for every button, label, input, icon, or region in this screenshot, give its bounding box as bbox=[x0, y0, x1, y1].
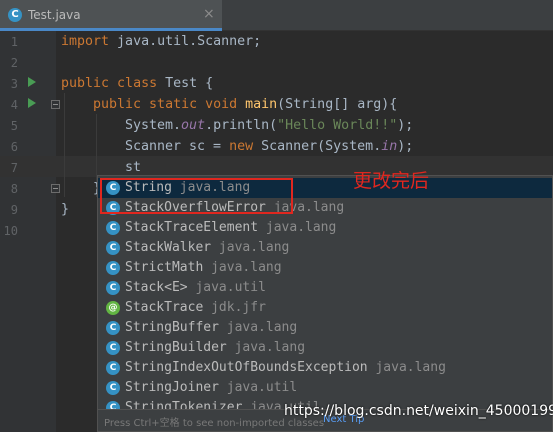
annotation-icon: @ bbox=[106, 301, 120, 315]
fold-icon[interactable] bbox=[51, 184, 60, 193]
code-line-4: public static void main(String[] arg){ bbox=[93, 97, 398, 112]
code-line-5: System.out.println("Hello World!!"); bbox=[125, 118, 414, 133]
code-line-6: Scanner sc = new Scanner(System.in); bbox=[125, 139, 414, 154]
indent-guide bbox=[64, 93, 65, 197]
completion-item[interactable]: C StringBuilder java.lang bbox=[98, 338, 552, 358]
code-line-1: import java.util.Scanner; bbox=[61, 34, 262, 49]
line-number: 7 bbox=[10, 161, 18, 175]
completion-item[interactable]: C StrictMath java.lang bbox=[98, 258, 552, 278]
class-icon: C bbox=[106, 321, 120, 335]
line-number: 10 bbox=[3, 224, 18, 238]
class-icon: C bbox=[106, 341, 120, 355]
highlight-box bbox=[100, 178, 293, 214]
class-icon: C bbox=[106, 281, 120, 295]
editor-tab-bar: C Test.java × bbox=[0, 0, 553, 31]
line-number: 8 bbox=[10, 182, 18, 196]
fold-icon[interactable] bbox=[51, 100, 60, 109]
line-number: 5 bbox=[10, 119, 18, 133]
java-class-icon: C bbox=[8, 8, 22, 22]
completion-item[interactable]: C StringJoiner java.util bbox=[98, 378, 552, 398]
completion-item[interactable]: C StringIndexOutOfBoundsException java.l… bbox=[98, 358, 552, 378]
close-icon[interactable]: × bbox=[203, 6, 215, 22]
tab-label: Test.java bbox=[28, 8, 81, 22]
class-icon: C bbox=[106, 241, 120, 255]
class-icon: C bbox=[106, 381, 120, 395]
completion-item[interactable]: @ StackTrace jdk.jfr bbox=[98, 298, 552, 318]
code-line-7: st bbox=[125, 160, 142, 175]
line-number: 4 bbox=[10, 98, 18, 112]
completion-item[interactable]: C StringBuffer java.lang bbox=[98, 318, 552, 338]
annotation-text: 更改完后 bbox=[353, 170, 430, 192]
line-number: 2 bbox=[10, 56, 18, 70]
completion-item[interactable]: C StackWalker java.lang bbox=[98, 238, 552, 258]
line-number: 6 bbox=[10, 140, 18, 154]
tab-test-java[interactable]: C Test.java × bbox=[0, 0, 222, 31]
line-number: 1 bbox=[10, 35, 18, 49]
run-main-icon[interactable] bbox=[28, 98, 36, 108]
watermark: https://blog.csdn.net/weixin_45000199 bbox=[284, 403, 553, 419]
completion-item[interactable]: C Stack<E> java.util bbox=[98, 278, 552, 298]
line-number: 9 bbox=[10, 203, 18, 217]
class-icon: C bbox=[106, 221, 120, 235]
completion-item[interactable]: C StackTraceElement java.lang bbox=[98, 218, 552, 238]
class-icon: C bbox=[106, 361, 120, 375]
current-line-highlight bbox=[0, 156, 553, 177]
class-icon: C bbox=[106, 261, 120, 275]
line-number: 3 bbox=[10, 77, 18, 91]
code-line-9: } bbox=[61, 202, 70, 217]
code-line-3: public class Test { bbox=[61, 76, 214, 91]
run-class-icon[interactable] bbox=[28, 77, 36, 87]
